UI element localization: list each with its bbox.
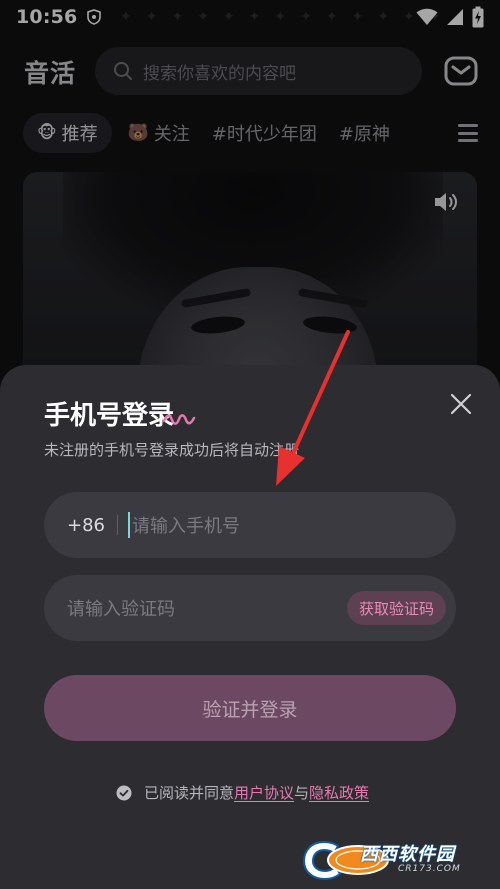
phone-field[interactable]: +86 请输入手机号: [44, 492, 456, 558]
country-code-prefix[interactable]: +86: [67, 515, 105, 536]
phone-input[interactable]: 请输入手机号: [132, 512, 240, 538]
get-code-button[interactable]: 获取验证码: [346, 591, 446, 625]
watermark-text: 西西软件园: [360, 844, 455, 865]
title-squiggle-decoration: [162, 414, 196, 425]
close-icon[interactable]: [450, 393, 472, 415]
privacy-policy-link[interactable]: 隐私政策: [309, 782, 369, 803]
login-sheet: 手机号登录 未注册的手机号登录成功后将自动注册 +86 请输入手机号 请输入验证…: [0, 365, 500, 889]
verify-login-button[interactable]: 验证并登录: [44, 675, 456, 741]
agreement-connector: 与: [294, 784, 310, 802]
verification-code-field[interactable]: 请输入验证码 获取验证码: [44, 575, 456, 641]
prefix-divider: [117, 515, 118, 535]
user-agreement-link[interactable]: 用户协议: [234, 782, 294, 803]
agreement-row: 已阅读并同意 用户协议 与 隐私政策: [116, 782, 369, 803]
watermark-subtext: CR173.COM: [398, 864, 461, 874]
verification-code-input[interactable]: 请输入验证码: [67, 595, 175, 621]
site-watermark: 西西软件园 CR173.COM: [300, 836, 490, 884]
sheet-title: 手机号登录: [44, 401, 175, 431]
text-caret: [128, 512, 130, 538]
check-circle-icon[interactable]: [116, 785, 132, 801]
agreement-prefix: 已阅读并同意: [144, 784, 235, 802]
sheet-subtitle: 未注册的手机号登录成功后将自动注册: [44, 441, 300, 459]
